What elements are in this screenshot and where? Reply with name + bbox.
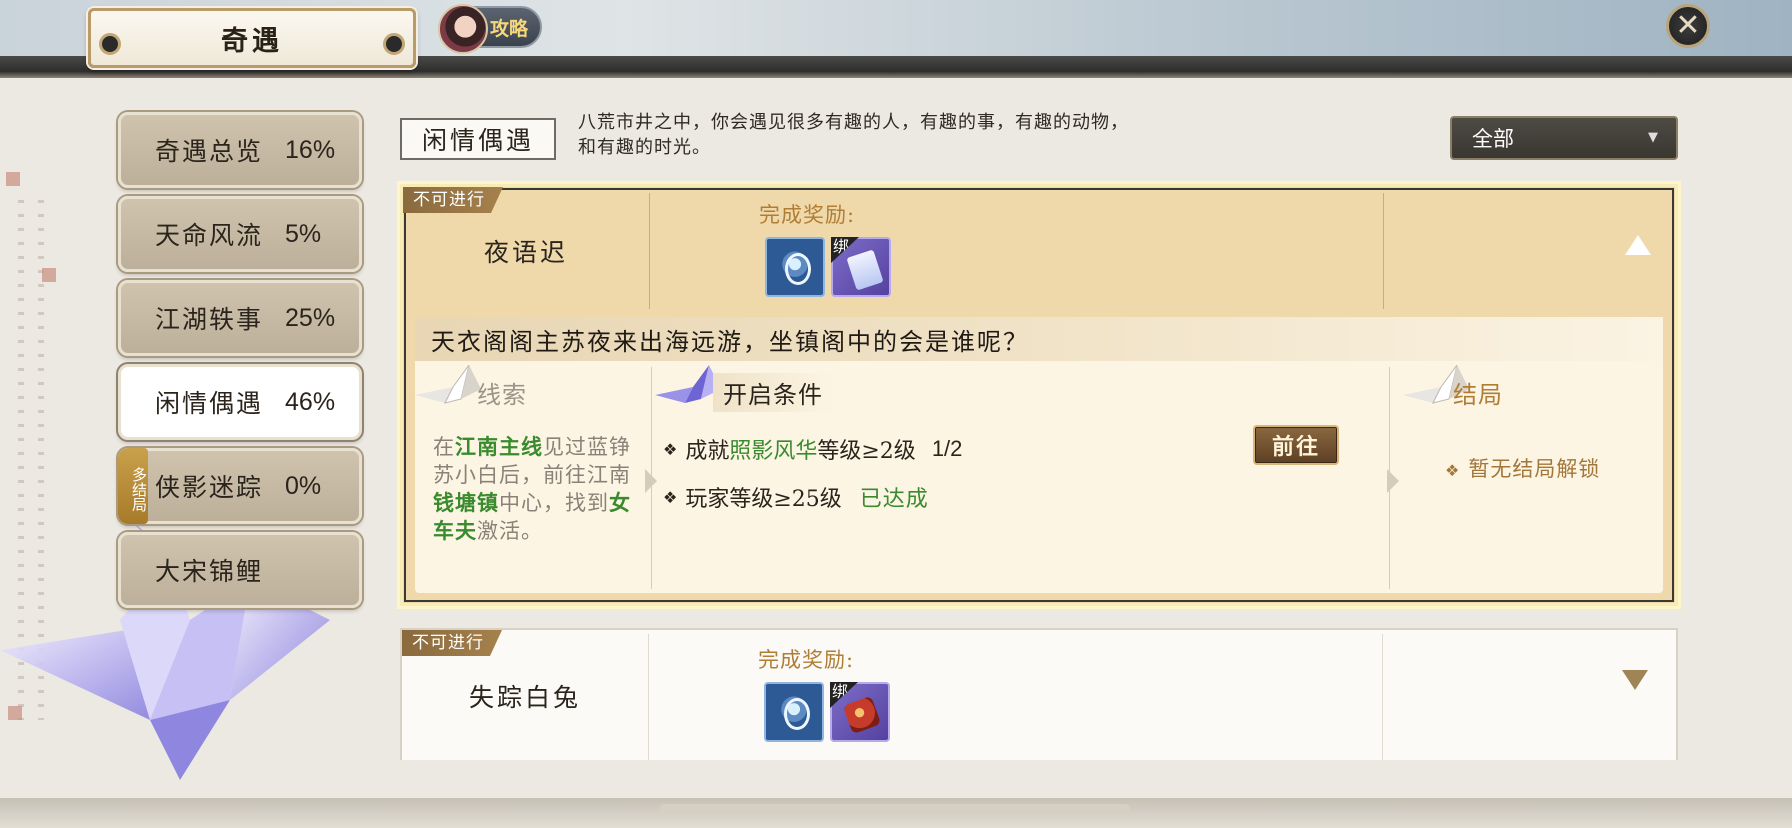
condition-row: ❖ 成就 照影风华 等级≥2级 1/2 (663, 436, 963, 464)
status-tag: 不可进行 (402, 630, 502, 656)
sidebar-item-label: 大宋锦鲤 (155, 557, 264, 586)
guide-label: 攻略 (490, 17, 529, 40)
close-icon: ✕ (1675, 8, 1701, 43)
red-pouch-icon[interactable]: 绑 (830, 682, 890, 742)
condition-row: ❖ 玩家等级≥25级 已达成 (663, 481, 929, 513)
sidebar-item-label: 江湖轶事 (155, 305, 264, 334)
sidebar-item-label: 闲情偶遇 (155, 389, 264, 418)
red-pouch-art (842, 695, 882, 735)
sidebar-item-hero-trail[interactable]: 侠影迷踪 0% (118, 448, 362, 524)
seal-stamp-icon (42, 268, 56, 282)
reward-label: 完成奖励: (758, 648, 855, 672)
encounter-name: 失踪白兔 (468, 683, 581, 712)
chevron-down-icon: ▼ (1648, 130, 1658, 145)
jade-pendant-icon[interactable] (765, 237, 825, 297)
sidebar-item-percent: 5% (285, 219, 322, 248)
divider (649, 193, 650, 309)
collapse-arrow-icon[interactable] (1625, 235, 1651, 255)
category-description: 八荒市井之中，你会遇见很多有趣的人，有趣的事，有趣的动物， 和有趣的时光。 (578, 110, 1278, 160)
paper-crane-icon (655, 365, 721, 403)
clue-text: 在江南主线见过蓝铮苏小白后，前往江南钱塘镇中心，找到女车夫激活。 (433, 434, 631, 543)
status-tag: 不可进行 (403, 187, 503, 213)
scroll-handle[interactable] (660, 804, 1130, 814)
sidebar-item-label: 侠影迷踪 (155, 473, 264, 502)
paper-crane-icon (415, 365, 481, 404)
guide-avatar (438, 4, 488, 54)
sidebar-item-percent: 46% (285, 387, 336, 416)
sidebar-item-song-koi[interactable]: 大宋锦鲤 (118, 532, 362, 608)
divider (1383, 193, 1384, 309)
guide-button[interactable]: 攻略 (438, 4, 542, 54)
sidebar-item-jianghu[interactable]: 江湖轶事 25% (118, 280, 362, 356)
sidebar-item-percent: 0% (285, 471, 322, 500)
description-line: 八荒市井之中，你会遇见很多有趣的人，有趣的事，有趣的动物， (578, 112, 1129, 133)
divider (651, 367, 652, 589)
window-title: 奇遇 (221, 25, 283, 57)
knot-ornament-icon (99, 33, 121, 55)
encounter-detail-panel: 天衣阁阁主苏夜来出海远游，坐镇阁中的会是谁呢？ 线索 在江南主线见过蓝铮苏小白后… (415, 317, 1663, 593)
filter-value: 全部 (1472, 127, 1514, 151)
seal-stamp-icon (6, 172, 20, 186)
sidebar-item-overview[interactable]: 奇遇总览 16% (118, 112, 362, 188)
divider (1382, 634, 1383, 760)
sidebar-item-label: 奇遇总览 (155, 137, 264, 166)
conditions-title: 开启条件 (713, 373, 837, 412)
category-title: 闲情偶遇 (400, 118, 556, 160)
clue-title: 线索 (477, 381, 527, 409)
filter-dropdown[interactable]: 全部 ▼ (1450, 116, 1678, 160)
story-text: 天衣阁阁主苏夜来出海远游，坐镇阁中的会是谁呢？ (415, 317, 1663, 361)
sidebar-item-percent: 16% (285, 135, 336, 164)
divider (648, 634, 649, 760)
encounter-card[interactable]: 不可进行 失踪白兔 完成奖励: 绑 (400, 628, 1678, 760)
close-button[interactable]: ✕ (1666, 4, 1710, 48)
reward-label: 完成奖励: (759, 203, 856, 227)
sidebar-item-percent: 25% (285, 303, 336, 332)
jade-pendant-icon[interactable] (764, 682, 824, 742)
description-line: 和有趣的时光。 (578, 137, 711, 158)
encounter-card[interactable]: 不可进行 夜语迟 完成奖励: 绑 天衣阁阁主苏夜来出海远游，坐镇阁中的会是谁呢？… (400, 184, 1678, 606)
sidebar-item-destiny[interactable]: 天命风流 5% (118, 196, 362, 272)
diamond-bullet-icon: ❖ (1445, 461, 1461, 480)
multi-ending-badge: 多结局 (118, 448, 148, 524)
diamond-bullet-icon: ❖ (663, 487, 678, 507)
scroll-art (846, 249, 884, 291)
scroll-icon[interactable]: 绑 (831, 237, 891, 297)
sidebar-item-leisure[interactable]: 闲情偶遇 46% (118, 364, 362, 440)
knot-ornament-icon (383, 33, 405, 55)
encounter-name: 夜语迟 (483, 238, 568, 267)
window-title-tab: 奇遇 (88, 8, 416, 68)
condition-progress: 1/2 (931, 436, 963, 461)
ending-text: ❖ 暂无结局解锁 (1445, 457, 1601, 481)
chevron-right-icon (1387, 469, 1399, 493)
ending-title: 结局 (1453, 381, 1503, 409)
go-button[interactable]: 前往 (1253, 425, 1339, 465)
sidebar-item-label: 天命风流 (155, 221, 264, 250)
expand-arrow-icon[interactable] (1622, 670, 1648, 690)
diamond-bullet-icon: ❖ (663, 439, 678, 459)
condition-status: 已达成 (859, 487, 929, 512)
